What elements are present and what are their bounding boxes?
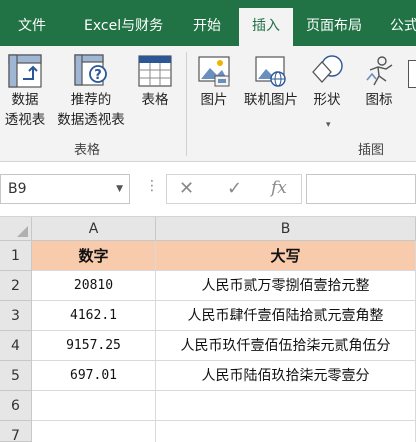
shapes-dropdown-icon[interactable]: ▾ [326, 120, 331, 130]
shapes-label: 形状 [313, 92, 341, 108]
cell-b6[interactable] [156, 391, 416, 421]
select-all-corner[interactable] [0, 217, 32, 241]
cell-b4[interactable]: 人民币玖仟壹佰伍拾柒元贰角伍分 [156, 331, 416, 361]
cell-a7[interactable] [32, 421, 156, 442]
enter-icon[interactable]: ✓ [227, 178, 242, 199]
row-header-4[interactable]: 4 [0, 331, 32, 361]
tab-home[interactable]: 开始 [193, 0, 221, 46]
cell-a4[interactable]: 9157.25 [32, 331, 156, 361]
svg-text:?: ? [94, 68, 102, 83]
row-header-1[interactable]: 1 [0, 241, 32, 271]
row-header-5[interactable]: 5 [0, 361, 32, 391]
formula-buttons: ✕ ✓ fx [166, 174, 302, 204]
cell-b5[interactable]: 人民币陆佰玖拾柒元零壹分 [156, 361, 416, 391]
ribbon-tab-bar: 文件 Excel与财务 开始 插入 页面布局 公式 [0, 0, 416, 46]
insert-function-icon[interactable]: fx [271, 178, 287, 198]
cell-b7[interactable] [156, 421, 416, 442]
cell-b3[interactable]: 人民币肆仟壹佰陆拾贰元壹角整 [156, 301, 416, 331]
column-header-b[interactable]: B [156, 217, 416, 241]
row-header-2[interactable]: 2 [0, 271, 32, 301]
online-picture-icon [255, 56, 286, 87]
shapes-icon [312, 55, 343, 83]
row-header-7[interactable]: 7 [0, 421, 32, 442]
pictures-label: 图片 [200, 92, 228, 108]
recommended-pivot-icon: ? [74, 54, 107, 86]
chevron-down-icon[interactable]: ▼ [116, 175, 123, 203]
table-icon [138, 55, 172, 87]
cancel-icon[interactable]: ✕ [179, 178, 194, 199]
tab-excel-finance[interactable]: Excel与财务 [84, 0, 163, 46]
pivot-table-button[interactable]: 数据 透视表 [2, 54, 48, 130]
online-pictures-label: 联机图片 [244, 92, 298, 108]
tab-insert[interactable]: 插入 [239, 8, 293, 46]
cell-b1[interactable]: 大写 [156, 241, 416, 271]
name-box-value: B9 [8, 181, 27, 197]
pivot-table-label-1: 数据 [11, 92, 39, 108]
more-insert-icon[interactable] [408, 60, 416, 88]
recommended-pivot-button[interactable]: ? 推荐的 数据透视表 [54, 54, 128, 130]
icons-button[interactable]: 图标 [356, 54, 402, 110]
cell-a3[interactable]: 4162.1 [32, 301, 156, 331]
cell-a5[interactable]: 697.01 [32, 361, 156, 391]
tables-group-label: 表格 [74, 143, 101, 158]
table-button[interactable]: 表格 [134, 54, 176, 110]
ribbon-separator [186, 52, 187, 156]
picture-icon [198, 56, 230, 87]
cell-b2[interactable]: 人民币贰万零捌佰壹拾元整 [156, 271, 416, 301]
pivot-table-icon [8, 54, 42, 88]
row-header-3[interactable]: 3 [0, 301, 32, 331]
tab-page-layout[interactable]: 页面布局 [306, 0, 362, 46]
ribbon-insert-panel: 数据 透视表 ? 推荐的 数据透视表 表格 表格 图片 联机图片 形状 ▾ 图标… [0, 46, 416, 162]
recommended-pivot-label-2: 数据透视表 [57, 112, 125, 128]
person-icon [366, 56, 393, 86]
icons-label: 图标 [365, 92, 393, 108]
drag-handle-icon[interactable]: ⋮ [145, 178, 159, 194]
name-box[interactable]: B9 ▼ [0, 174, 130, 204]
tab-formulas[interactable]: 公式 [390, 0, 416, 46]
recommended-pivot-label-1: 推荐的 [70, 92, 112, 108]
formula-bar: B9 ▼ ⋮ ✕ ✓ fx [0, 162, 416, 217]
worksheet-grid: A B 1 2 3 4 5 6 7 数字 大写 20810 人民币贰万零捌佰壹拾… [0, 217, 416, 442]
table-label: 表格 [141, 92, 169, 108]
pictures-button[interactable]: 图片 [192, 54, 236, 110]
shapes-button[interactable]: 形状 [306, 54, 348, 110]
pivot-table-label-2: 透视表 [4, 112, 46, 128]
row-header-6[interactable]: 6 [0, 391, 32, 421]
cell-a6[interactable] [32, 391, 156, 421]
online-pictures-button[interactable]: 联机图片 [240, 54, 302, 110]
tab-file[interactable]: 文件 [18, 0, 46, 46]
cell-a1[interactable]: 数字 [32, 241, 156, 271]
formula-input[interactable] [306, 174, 416, 204]
cell-a2[interactable]: 20810 [32, 271, 156, 301]
column-header-a[interactable]: A [32, 217, 156, 241]
illustrations-group-label: 插图 [358, 143, 385, 158]
